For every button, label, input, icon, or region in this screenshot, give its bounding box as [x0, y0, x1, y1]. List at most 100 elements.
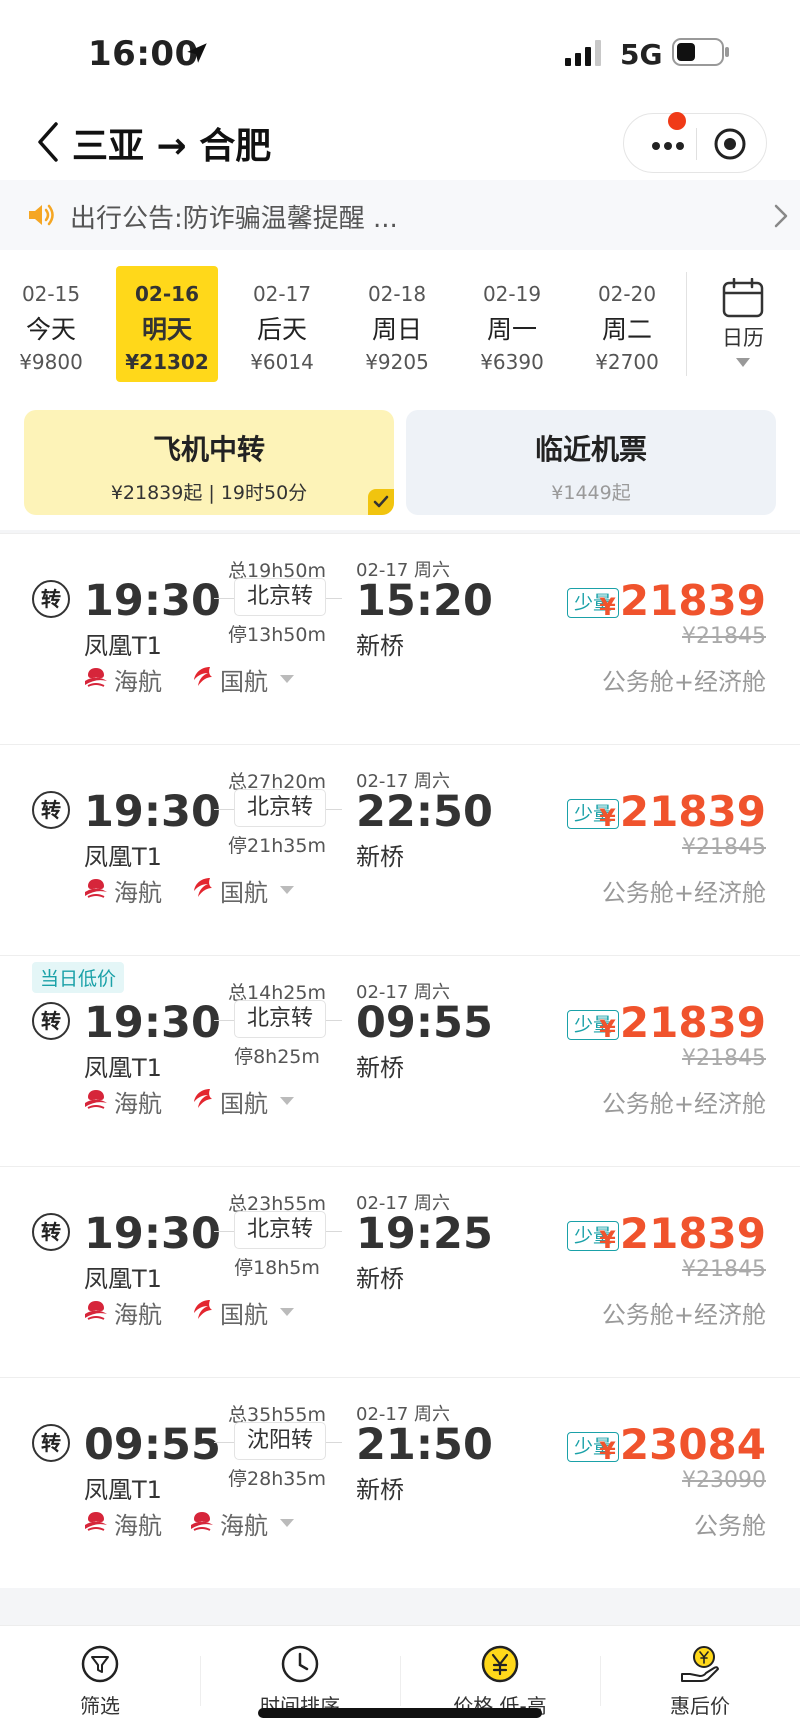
calendar-button[interactable]: 日历: [706, 278, 780, 378]
day-label: 今天: [25, 315, 76, 344]
location-arrow-icon: [187, 43, 207, 63]
cabin-class: 公务舱+经济舱: [601, 1090, 766, 1118]
air-china-logo-icon: [194, 1089, 212, 1108]
airline-first-leg: 海航: [82, 1295, 172, 1329]
arrival-time: 22:50: [356, 787, 493, 837]
date-label: 02-20: [597, 282, 657, 306]
transfer-city: 北京转: [234, 1211, 326, 1249]
arrival-time: 19:25: [356, 1209, 493, 1259]
cabin-class: 公务舱+经济舱: [601, 668, 766, 696]
close-miniprogram-icon[interactable]: [712, 126, 748, 162]
airline-name: 国航: [220, 1090, 268, 1118]
calendar-icon: [722, 278, 764, 318]
caret-down-icon[interactable]: [280, 886, 294, 895]
date-label: 02-16: [135, 282, 199, 306]
tab-flight-transfer[interactable]: 飞机中转 ¥21839起 | 19时50分: [24, 410, 394, 515]
transfer-badge: 转: [32, 791, 70, 829]
chevron-right-icon: [774, 204, 788, 228]
filter-button[interactable]: 筛选: [0, 1626, 200, 1726]
flight-card[interactable]: 当日低价 转 19:30 凤凰T1 总14h25m 北京转 停8h25m 02-…: [0, 955, 800, 1166]
route-title: 三亚 → 合肥: [72, 126, 272, 167]
currency-symbol: ¥: [599, 1226, 616, 1254]
price: ¥21839: [599, 998, 766, 1047]
ticket-type-tabs: 飞机中转 ¥21839起 | 19时50分 临近机票 ¥1449起: [0, 395, 800, 530]
departure-time: 19:30: [84, 576, 221, 626]
arrival-time: 21:50: [356, 1420, 493, 1470]
date-item-0216[interactable]: 02-16 明天 ¥21302: [116, 266, 218, 382]
caret-down-icon: [736, 358, 750, 367]
flight-list: 转 19:30 凤凰T1 总19h50m 北京转 停13h50m 02-17 周…: [0, 533, 800, 1588]
airline-name: 海航: [114, 879, 162, 907]
transfer-badge: 转: [32, 1424, 70, 1462]
nav-header: 三亚 → 合肥: [0, 105, 800, 180]
date-item-0217[interactable]: 02-17 后天 ¥6014: [231, 266, 333, 382]
calendar-label: 日历: [722, 326, 764, 350]
arrival-airport: 新桥: [356, 843, 404, 871]
flight-card[interactable]: 转 09:55 凤凰T1 总35h55m 沈阳转 停28h35m 02-17 周…: [0, 1377, 800, 1588]
date-price: ¥2700: [595, 350, 659, 374]
price-value: 21839: [619, 787, 766, 836]
price-value: 21839: [619, 998, 766, 1047]
day-label: 周一: [486, 315, 537, 344]
caret-down-icon[interactable]: [280, 1308, 294, 1317]
date-item-0220[interactable]: 02-20 周二 ¥2700: [576, 266, 678, 382]
date-selector: 02-15 今天 ¥9800 02-16 明天 ¥21302 02-17 后天 …: [0, 250, 800, 395]
tab-subtitle: ¥21839起 | 19时50分: [110, 482, 308, 504]
airline-name: 海航: [220, 1512, 268, 1540]
airline-first-leg: 海航: [82, 1084, 172, 1118]
airline-name: 国航: [220, 668, 268, 696]
airline-name: 海航: [114, 1301, 162, 1329]
filter-label: 筛选: [80, 1694, 120, 1718]
original-price: ¥21845: [682, 1046, 766, 1071]
filter-icon: [81, 1645, 119, 1683]
layover-duration: 停18h5m: [234, 1257, 320, 1279]
signal-icon: [565, 40, 601, 66]
price: ¥21839: [599, 1209, 766, 1258]
date-label: 02-19: [482, 282, 542, 306]
original-price: ¥21845: [682, 1257, 766, 1282]
airline-first-leg: 海航: [82, 873, 172, 907]
original-price: ¥23090: [682, 1468, 766, 1493]
currency-symbol: ¥: [599, 1015, 616, 1043]
original-price: ¥21845: [682, 624, 766, 649]
departure-time: 19:30: [84, 787, 221, 837]
date-label: 02-18: [367, 282, 427, 306]
date-item-0219[interactable]: 02-19 周一 ¥6390: [461, 266, 563, 382]
notice-text: 出行公告:防诈骗温馨提醒 ...: [70, 204, 398, 234]
back-arrow-icon[interactable]: [34, 120, 64, 164]
day-label: 周日: [371, 315, 422, 344]
date-item-0215[interactable]: 02-15 今天 ¥9800: [0, 266, 102, 382]
departure-time: 19:30: [84, 1209, 221, 1259]
calendar-divider: [686, 272, 687, 376]
caret-down-icon[interactable]: [280, 1097, 294, 1106]
layover-duration: 停28h35m: [228, 1468, 326, 1490]
date-price: ¥9205: [365, 350, 429, 374]
caret-down-icon[interactable]: [280, 675, 294, 684]
transfer-badge: 转: [32, 1002, 70, 1040]
tab-nearby-airports[interactable]: 临近机票 ¥1449起: [406, 410, 776, 515]
clock-icon: [281, 1645, 319, 1683]
currency-symbol: ¥: [599, 804, 616, 832]
hainan-airlines-logo-icon: [85, 668, 107, 687]
flight-card[interactable]: 转 19:30 凤凰T1 总27h20m 北京转 停21h35m 02-17 周…: [0, 744, 800, 955]
hainan-airlines-logo-icon: [85, 879, 107, 898]
transfer-city: 北京转: [234, 789, 326, 827]
airline-name: 海航: [114, 1090, 162, 1118]
airline-name: 国航: [220, 879, 268, 907]
caret-down-icon[interactable]: [280, 1519, 294, 1528]
more-icon[interactable]: [648, 132, 688, 156]
transfer-badge: 转: [32, 1213, 70, 1251]
discounted-price-button[interactable]: 惠后价: [600, 1626, 800, 1726]
flight-card[interactable]: 转 19:30 凤凰T1 总23h55m 北京转 停18h5m 02-17 周六…: [0, 1166, 800, 1377]
airline-first-leg: 海航: [82, 662, 172, 696]
cabin-class: 公务舱+经济舱: [601, 1301, 766, 1329]
network-type: 5G: [620, 38, 663, 71]
date-label: 02-17: [252, 282, 312, 306]
price: ¥21839: [599, 787, 766, 836]
air-china-logo-icon: [194, 878, 212, 897]
check-icon: [373, 495, 389, 508]
date-item-0218[interactable]: 02-18 周日 ¥9205: [346, 266, 448, 382]
notice-bar[interactable]: 出行公告:防诈骗温馨提醒 ...: [0, 180, 800, 250]
cabin-class: 公务舱: [694, 1512, 766, 1540]
flight-card[interactable]: 转 19:30 凤凰T1 总19h50m 北京转 停13h50m 02-17 周…: [0, 533, 800, 744]
